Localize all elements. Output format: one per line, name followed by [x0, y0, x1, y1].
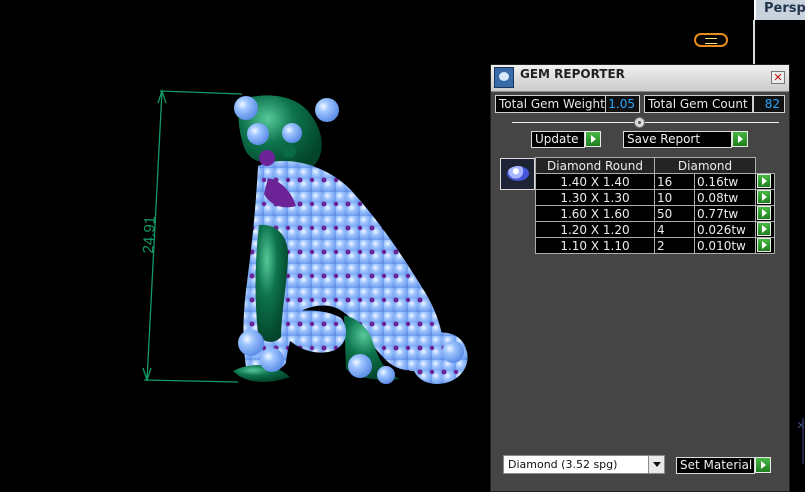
gem-size: 1.60 X 1.60: [535, 205, 655, 222]
gem-table-header: Diamond Round Diamond: [535, 157, 775, 174]
set-material-go-icon[interactable]: [755, 457, 771, 473]
row-go-icon[interactable]: [757, 190, 771, 204]
row-go-icon[interactable]: [757, 174, 771, 188]
gem-count: 10: [654, 189, 695, 206]
material-select[interactable]: Diamond (3.52 spg): [503, 455, 665, 474]
gem-weight: 0.08tw: [693, 189, 757, 206]
table-row: 1.40 X 1.40 16 0.16tw: [535, 173, 775, 190]
chevron-down-icon[interactable]: [648, 456, 664, 473]
column-header-shape: Diamond Round: [535, 157, 655, 174]
row-go-icon[interactable]: [757, 222, 771, 236]
set-material-button[interactable]: Set Material: [676, 457, 755, 474]
table-row: 1.20 X 1.20 4 0.026tw: [535, 221, 775, 238]
total-gem-count-value: 82: [753, 95, 785, 113]
gem-size: 1.40 X 1.40: [535, 173, 655, 190]
material-select-value: Diamond (3.52 spg): [508, 458, 618, 471]
row-action-cell: [755, 237, 775, 254]
gem-reporter-icon: [494, 67, 514, 88]
row-go-icon[interactable]: [757, 238, 771, 252]
row-action-cell: [755, 205, 775, 222]
save-report-button[interactable]: Save Report: [623, 131, 732, 148]
total-gem-weight-value: 1.05: [605, 95, 640, 113]
gem-size: 1.20 X 1.20: [535, 221, 655, 238]
table-row: 1.10 X 1.10 2 0.010tw: [535, 237, 775, 254]
gem-count: 2: [654, 237, 695, 254]
gem-weight: 0.010tw: [693, 237, 757, 254]
panel-resize-handle[interactable]: [634, 117, 645, 128]
gem-table: Diamond Round Diamond 1.40 X 1.40 16 0.1…: [535, 157, 775, 254]
row-action-cell: [755, 173, 775, 190]
row-action-cell: [755, 221, 775, 238]
gem-count: 16: [654, 173, 695, 190]
save-report-go-icon[interactable]: [732, 131, 748, 147]
update-go-icon[interactable]: [585, 131, 601, 147]
gem-count: 4: [654, 221, 695, 238]
diamond-thumbnail: [500, 158, 535, 190]
gem-size: 1.30 X 1.30: [535, 189, 655, 206]
total-gem-weight-label: Total Gem Weight: [495, 95, 606, 113]
gem-reporter-panel: GEM REPORTER ✕ Total Gem Weight 1.05 Tot…: [490, 64, 790, 492]
close-button[interactable]: ✕: [771, 71, 785, 84]
gem-reporter-title: GEM REPORTER: [520, 67, 625, 81]
row-action-cell: [755, 189, 775, 206]
axis-icon: [797, 418, 805, 464]
gem-weight: 0.16tw: [693, 173, 757, 190]
gem-count: 50: [654, 205, 695, 222]
gem-reporter-titlebar[interactable]: GEM REPORTER ✕: [491, 65, 789, 92]
gem-weight: 0.77tw: [693, 205, 757, 222]
table-row: 1.30 X 1.30 10 0.08tw: [535, 189, 775, 206]
row-go-icon[interactable]: [757, 206, 771, 220]
table-row: 1.60 X 1.60 50 0.77tw: [535, 205, 775, 222]
gem-size: 1.10 X 1.10: [535, 237, 655, 254]
dimension-text: 24.91: [140, 216, 159, 254]
dog-shape: [233, 95, 468, 384]
total-gem-count-label: Total Gem Count: [644, 95, 753, 113]
update-button[interactable]: Update: [531, 131, 585, 148]
panel-divider-line: [512, 122, 779, 123]
column-header-material: Diamond: [654, 157, 756, 174]
gem-weight: 0.026tw: [693, 221, 757, 238]
